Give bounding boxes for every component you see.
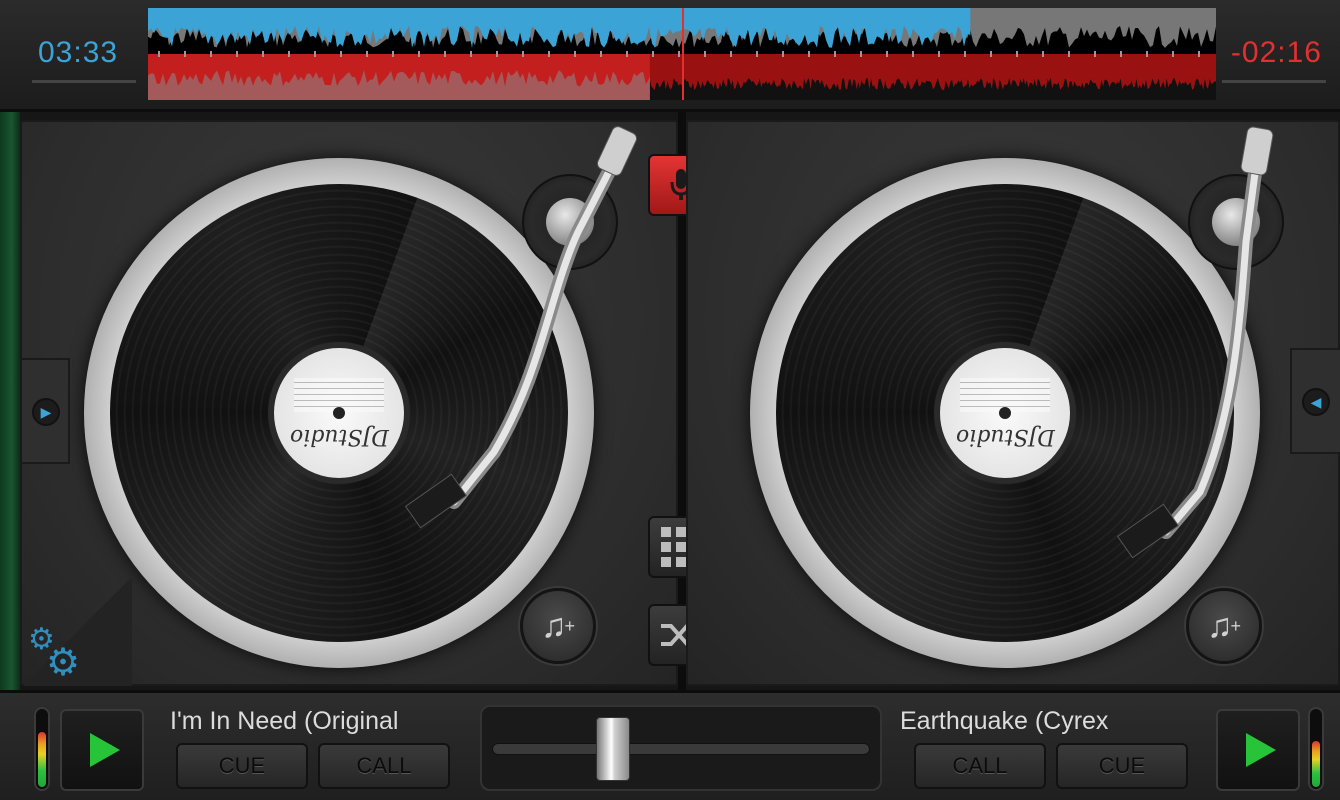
waveform-tick [938, 51, 940, 57]
transport-bar: I'm In Need (Original CUE CALL Earthquak… [0, 690, 1340, 800]
play-icon [1246, 733, 1276, 767]
waveform-tick [652, 51, 654, 57]
remaining-time: -02:16 [1230, 36, 1322, 69]
deck-b-track-title: Earthquake (Cyrex [900, 707, 1109, 735]
waveform-tick [782, 51, 784, 57]
music-note-icon: ♫ [540, 606, 567, 645]
waveform-tick [626, 51, 628, 57]
waveform-tick [392, 51, 394, 57]
waveform-tick [470, 51, 472, 57]
settings-corner[interactable]: ⚙ ⚙ [22, 578, 132, 686]
deck-b-tonearm[interactable] [1048, 122, 1338, 562]
waveform-graphic [148, 8, 1216, 100]
deck-a-cue-button[interactable]: CUE [176, 743, 308, 789]
deck-b-play-button[interactable] [1216, 709, 1300, 791]
waveform-tick [444, 51, 446, 57]
waveform-tick [158, 51, 160, 57]
deck-a-tonearm[interactable] [382, 122, 682, 542]
waveform-bar: 03:33 -02:16 [0, 0, 1340, 112]
waveform-tick [1172, 51, 1174, 57]
gear-icon: ⚙ [46, 642, 81, 684]
waveform-tick [548, 51, 550, 57]
deck-b-side-tab[interactable]: ◀ [1290, 348, 1340, 454]
arrow-right-icon: ▶ [32, 398, 60, 426]
waveform-tick [418, 51, 420, 57]
deck-b-add-music-button[interactable]: ♫ + [1186, 588, 1262, 664]
record-brand: DJStudio [289, 423, 389, 449]
waveform-tick [210, 51, 212, 57]
arrow-left-icon: ◀ [1302, 388, 1330, 416]
waveform-tick [808, 51, 810, 57]
crossfader-handle[interactable] [596, 717, 631, 781]
deck-a-track-title: I'm In Need (Original [170, 707, 399, 735]
waveform-tick [184, 51, 186, 57]
side-strip [0, 112, 20, 690]
waveform-tick [288, 51, 290, 57]
deck-a-add-music-button[interactable]: ♫ + [520, 588, 596, 664]
plus-icon: + [1230, 615, 1241, 636]
spindle [333, 407, 345, 419]
deck-a: DJStudio ▶ ♫ + ⚙ ⚙ [20, 120, 678, 686]
divider [1222, 80, 1326, 83]
waveform-tick [1042, 51, 1044, 57]
divider [32, 80, 136, 83]
elapsed-time: 03:33 [38, 36, 119, 69]
record-brand: DJStudio [955, 423, 1055, 449]
deck-b-level-meter [1308, 707, 1324, 791]
spindle [999, 407, 1011, 419]
waveform-tick [756, 51, 758, 57]
waveform-tick [886, 51, 888, 57]
waveform-tick [1094, 51, 1096, 57]
waveform-tick [340, 51, 342, 57]
waveform-tick [912, 51, 914, 57]
waveform-tick [600, 51, 602, 57]
deck-b-call-button[interactable]: CALL [914, 743, 1046, 789]
waveform-tick [964, 51, 966, 57]
playhead [682, 8, 684, 100]
deck-a-call-button[interactable]: CALL [318, 743, 450, 789]
plus-icon: + [564, 615, 575, 636]
waveform-tick [860, 51, 862, 57]
waveform-tick [366, 51, 368, 57]
waveform-tick [1198, 51, 1200, 57]
waveform-tick [730, 51, 732, 57]
waveform-tick [1120, 51, 1122, 57]
waveform-tick [834, 51, 836, 57]
waveform-tick [496, 51, 498, 57]
waveform-tick [678, 51, 680, 57]
waveform-tick [522, 51, 524, 57]
crossfader[interactable] [480, 705, 882, 791]
deck-a-side-tab[interactable]: ▶ [22, 358, 70, 464]
deck-a-play-button[interactable] [60, 709, 144, 791]
waveform-tick [990, 51, 992, 57]
waveform-tick [314, 51, 316, 57]
decks-area: DJStudio ▶ ♫ + ⚙ ⚙ DJStudio ♫ + ◀ [0, 112, 1340, 690]
deck-b: DJStudio ♫ + [686, 120, 1340, 686]
waveform-tick [236, 51, 238, 57]
deck-a-level-meter [34, 707, 50, 791]
play-icon [90, 733, 120, 767]
deck-b-cue-button[interactable]: CUE [1056, 743, 1188, 789]
music-note-icon: ♫ [1206, 606, 1233, 645]
waveform-tick [704, 51, 706, 57]
waveform-display[interactable] [148, 8, 1216, 100]
crossfader-track [492, 743, 870, 755]
waveform-tick [262, 51, 264, 57]
waveform-tick [574, 51, 576, 57]
waveform-tick [1146, 51, 1148, 57]
waveform-tick [1016, 51, 1018, 57]
waveform-tick [1068, 51, 1070, 57]
